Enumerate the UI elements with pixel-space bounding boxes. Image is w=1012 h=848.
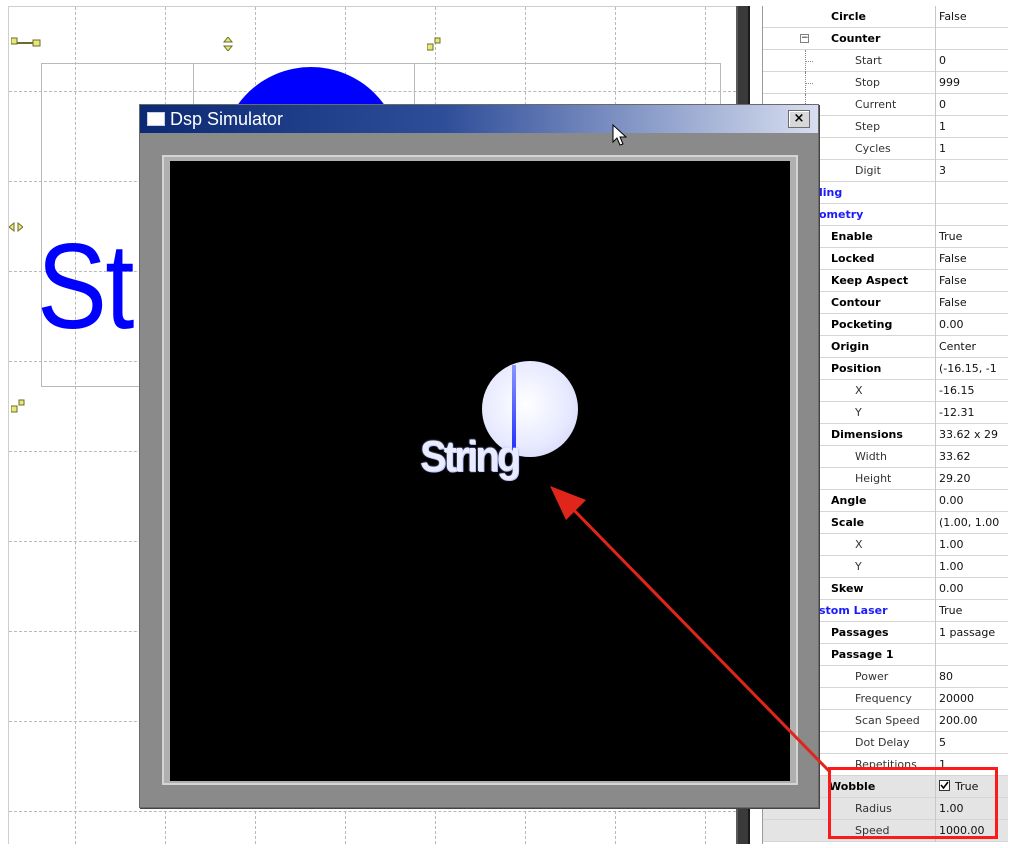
resize-corner-handle-icon[interactable] [11, 399, 25, 413]
simulator-preview: String [170, 161, 790, 781]
tree-connector [763, 72, 825, 94]
property-name: Locked [831, 252, 875, 265]
property-value[interactable]: False [935, 6, 1008, 28]
property-value[interactable] [935, 28, 1008, 50]
property-name: Passage 1 [831, 648, 894, 661]
property-name: Keep Aspect [831, 274, 909, 287]
property-value[interactable]: 999 [935, 72, 1008, 94]
grid-line [9, 811, 736, 812]
move-vertical-handle-icon[interactable] [221, 37, 235, 51]
property-value[interactable]: (-16.15, -1 [935, 358, 1008, 380]
tree-connector [763, 820, 825, 842]
mouse-cursor-icon [612, 124, 628, 146]
property-name: Origin [831, 340, 870, 353]
property-value[interactable]: -16.15 [935, 380, 1008, 402]
property-name: Pocketing [831, 318, 893, 331]
property-value[interactable] [935, 182, 1008, 204]
property-value[interactable]: True [935, 226, 1008, 248]
window-icon [147, 112, 165, 126]
property-value[interactable]: 29.20 [935, 468, 1008, 490]
property-name: ometry [819, 208, 864, 221]
property-row[interactable]: − Counter [763, 28, 1008, 50]
collapse-icon[interactable]: − [800, 34, 809, 43]
property-value[interactable]: False [935, 248, 1008, 270]
property-value[interactable] [935, 204, 1008, 226]
property-value[interactable]: Center [935, 336, 1008, 358]
close-button[interactable]: × [788, 110, 810, 128]
property-name: Counter [831, 32, 881, 45]
property-name: Enable [831, 230, 873, 243]
property-value[interactable]: 33.62 [935, 446, 1008, 468]
preview-text: String [420, 432, 521, 481]
property-value[interactable]: 1 passage [935, 622, 1008, 644]
property-name: Skew [831, 582, 864, 595]
property-name: ling [819, 186, 843, 199]
property-value[interactable] [935, 644, 1008, 666]
property-value[interactable]: 1.00 [935, 534, 1008, 556]
wobble-highlight-box [828, 767, 998, 839]
resize-handle-icon[interactable] [11, 37, 41, 48]
property-value[interactable]: 5 [935, 732, 1008, 754]
tree-connector [763, 28, 825, 50]
property-value[interactable]: 1 [935, 116, 1008, 138]
property-name: Position [831, 362, 882, 375]
property-value[interactable]: 0 [935, 50, 1008, 72]
property-name: Scale [831, 516, 865, 529]
property-name: Contour [831, 296, 881, 309]
property-value[interactable]: False [935, 292, 1008, 314]
property-value[interactable]: -12.31 [935, 402, 1008, 424]
tree-connector [763, 50, 825, 72]
property-value[interactable]: 0.00 [935, 490, 1008, 512]
property-value[interactable]: 200.00 [935, 710, 1008, 732]
property-row[interactable]: Circle False [763, 6, 1008, 28]
dsp-simulator-window[interactable]: Dsp Simulator × String [139, 104, 819, 808]
resize-corner-handle-icon[interactable] [427, 37, 441, 51]
property-name: stom Laser [819, 604, 888, 617]
property-name: Angle [831, 494, 867, 507]
property-value[interactable]: True [935, 600, 1008, 622]
property-name: Passages [831, 626, 889, 639]
property-value[interactable]: 0.00 [935, 578, 1008, 600]
property-value[interactable]: 0.00 [935, 314, 1008, 336]
move-horizontal-handle-icon[interactable] [9, 221, 23, 233]
property-row[interactable]: Stop 999 [763, 72, 1008, 94]
property-name: Dimensions [831, 428, 903, 441]
property-value[interactable]: 3 [935, 160, 1008, 182]
property-value[interactable]: 20000 [935, 688, 1008, 710]
property-value[interactable]: 0 [935, 94, 1008, 116]
property-value[interactable]: False [935, 270, 1008, 292]
property-value[interactable]: 80 [935, 666, 1008, 688]
property-value[interactable]: 33.62 x 29 [935, 424, 1008, 446]
design-text-object[interactable]: St [37, 225, 134, 347]
simulator-frame: String [162, 155, 798, 785]
window-title: Dsp Simulator [170, 109, 284, 129]
property-value[interactable]: (1.00, 1.00 [935, 512, 1008, 534]
window-title-bar[interactable]: Dsp Simulator × [140, 105, 818, 133]
property-row[interactable]: Start 0 [763, 50, 1008, 72]
property-value[interactable]: 1 [935, 138, 1008, 160]
tree-connector [763, 6, 825, 28]
property-value[interactable]: 1.00 [935, 556, 1008, 578]
property-name: Circle [831, 10, 867, 23]
